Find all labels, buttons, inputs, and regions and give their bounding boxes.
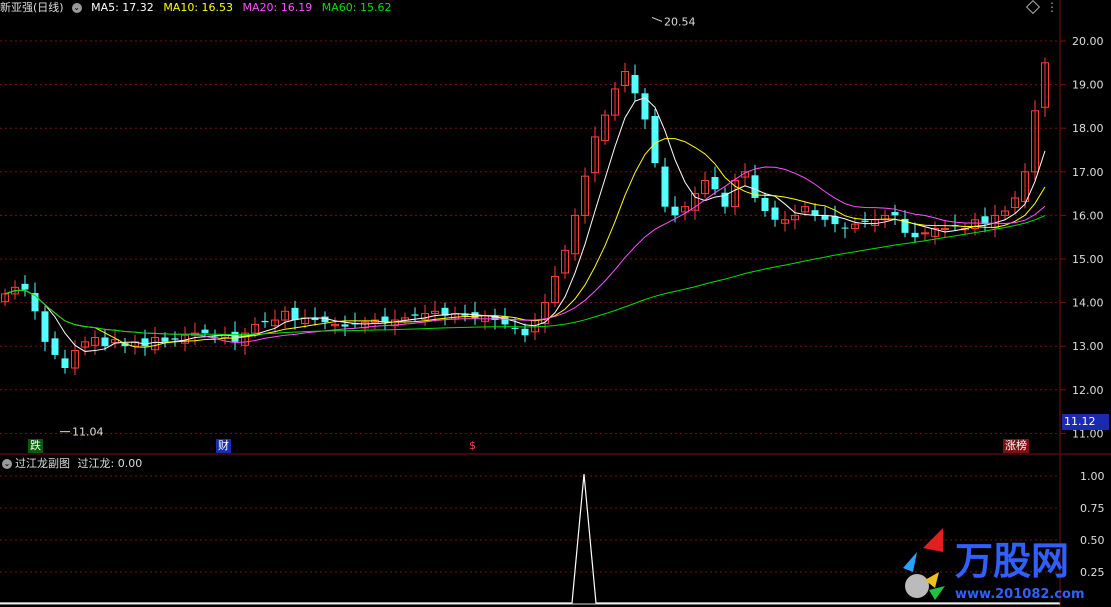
ma10-line — [4, 138, 1046, 348]
candle-body — [671, 206, 679, 216]
candle-body — [21, 283, 29, 290]
candle-body — [341, 324, 349, 327]
candle-body — [911, 232, 919, 238]
candle-body — [411, 314, 419, 316]
tag-dollar[interactable]: $ — [467, 439, 478, 453]
price-tick-label: 15.00 — [1072, 253, 1104, 266]
candle-body — [921, 232, 929, 235]
moving-average-lines: 20.54 11.04 — [4, 15, 1046, 439]
chart-header: 新亚强(日线) ⌄ MA5: 17.32 MA10: 16.53 MA20: 16… — [0, 0, 397, 16]
candle-body — [291, 307, 299, 321]
stock-name: 新亚强(日线) — [0, 1, 64, 14]
candle-body — [631, 75, 639, 94]
price-tick-label: 18.00 — [1072, 122, 1104, 135]
candle-body — [101, 337, 109, 347]
watermark-logo-text: 万股网 — [955, 539, 1069, 583]
high-pointer — [651, 16, 663, 22]
sub-panel-title: 过江龙副图 — [15, 457, 70, 470]
candle-body — [861, 220, 869, 222]
candle-body — [161, 337, 169, 342]
candle-body — [61, 358, 69, 368]
ma10-label: MA10: 16.53 — [163, 1, 234, 14]
price-tick-label: 13.00 — [1072, 340, 1104, 353]
candle-body — [201, 329, 209, 334]
candle-body — [941, 227, 949, 230]
candlestick-chart[interactable]: 20.54 11.04 20.00 19.00 18.00 17.00 16.00 15.0… — [0, 0, 1111, 607]
candle-body — [171, 338, 179, 340]
candle-body — [651, 115, 659, 164]
candle-body — [771, 207, 779, 220]
ma60-line — [4, 215, 1046, 336]
sub-panel-value: 过江龙: 0.00 — [77, 457, 143, 470]
tag-finance[interactable]: 财 — [216, 439, 231, 453]
candle-body — [41, 311, 49, 342]
candle-body — [521, 328, 529, 336]
high-label: 20.54 — [664, 15, 696, 28]
candle-body — [891, 211, 899, 216]
price-tick-label: 16.00 — [1072, 209, 1104, 222]
candle-body — [761, 197, 769, 212]
candle-body — [841, 227, 849, 229]
price-tick-label: 12.00 — [1072, 384, 1104, 397]
sub-dropdown-icon[interactable]: ⌄ — [2, 459, 12, 469]
sub-tick-label: 0.75 — [1080, 502, 1105, 515]
sub-tick-label: 1.00 — [1080, 470, 1105, 483]
price-tick-label: 19.00 — [1072, 79, 1104, 92]
price-tick-label: 20.00 — [1072, 35, 1104, 48]
price-tick-label: 17.00 — [1072, 166, 1104, 179]
candle-body — [261, 320, 269, 323]
ma20-line — [4, 166, 1046, 343]
ma5-label: MA5: 17.32 — [91, 1, 154, 14]
grid-lines — [0, 40, 1060, 573]
sub-panel-header: ⌄ 过江龙副图 过江龙: 0.00 — [0, 456, 142, 472]
more-icon[interactable]: ⋮ — [1046, 0, 1058, 14]
candle-body — [141, 338, 149, 347]
watermark-logo: 万股网 www.201082.com — [903, 528, 1085, 602]
candle-body — [231, 331, 239, 342]
candle-body — [831, 216, 839, 225]
low-label: 11.04 — [72, 426, 104, 439]
ma5-line — [4, 97, 1046, 352]
ma20-label: MA20: 16.19 — [242, 1, 313, 14]
candle-body — [711, 177, 719, 190]
watermark-url: www.201082.com — [955, 587, 1085, 602]
price-tick-label: 14.00 — [1072, 297, 1104, 310]
candle-body — [661, 166, 669, 207]
ma60-label: MA60: 15.62 — [321, 1, 392, 14]
candle-body — [511, 327, 519, 329]
candle-body — [211, 336, 219, 338]
candle-body — [51, 338, 59, 355]
current-price-tag: 11.12 — [1062, 414, 1109, 430]
candle-body — [811, 210, 819, 216]
tag-limit-up[interactable]: 涨榜 — [1003, 439, 1029, 453]
tag-fall[interactable]: 跌 — [28, 439, 43, 453]
dropdown-icon[interactable]: ⌄ — [71, 3, 82, 13]
